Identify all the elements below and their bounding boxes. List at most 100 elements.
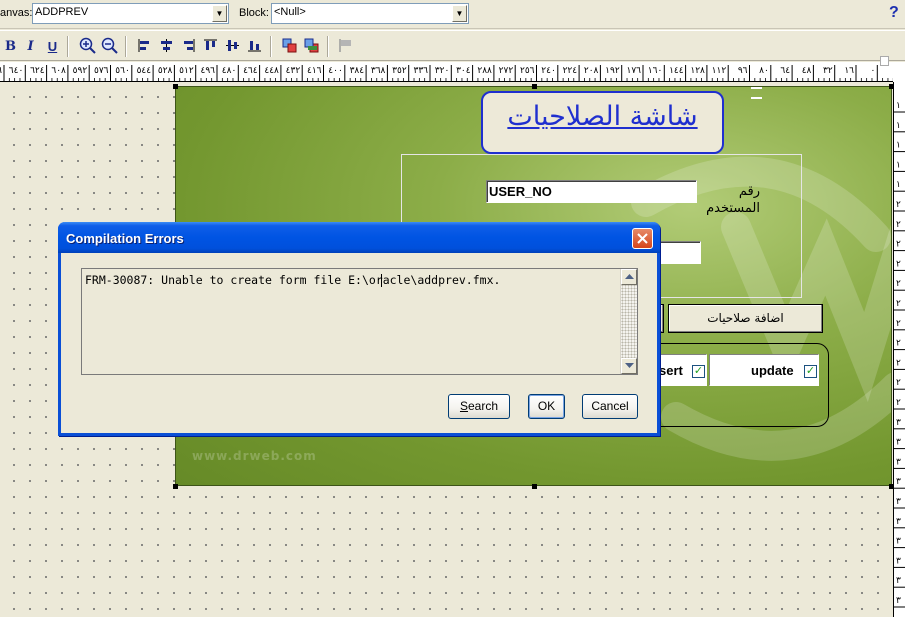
ruler-label: ١٤٤ <box>669 66 684 76</box>
ruler-label: ٣ <box>896 537 901 547</box>
dialog-titlebar[interactable]: Compilation Errors <box>58 222 660 253</box>
chevron-down-icon[interactable]: ▼ <box>452 5 467 22</box>
resize-handle[interactable] <box>173 84 178 89</box>
italic-button[interactable]: I <box>21 37 40 56</box>
ruler-label: ٤١٦ <box>307 66 322 76</box>
ruler-label: ٢ <box>896 339 901 349</box>
ruler-label: ٣ <box>896 477 901 487</box>
help-icon[interactable]: ? <box>889 4 899 22</box>
ruler-label: ١٦٠ <box>648 66 663 76</box>
ruler-label: ٤٨ <box>802 66 812 76</box>
ruler-label: ٣ <box>896 556 901 566</box>
bold-button[interactable]: B <box>1 37 20 56</box>
canvas-select[interactable]: ADDPREV ▼ <box>32 3 229 24</box>
ruler-label: ٣ <box>896 438 901 448</box>
toolbar-separator <box>270 36 272 57</box>
ruler-label: ٣٥٢ <box>392 66 407 76</box>
ruler-label: ٣ <box>896 457 901 467</box>
search-button[interactable]: Search <box>448 394 510 419</box>
ruler-label: ٦٠٨ <box>51 66 66 76</box>
ruler-label: ٢٢٤ <box>563 66 578 76</box>
resize-handle[interactable] <box>889 484 894 489</box>
ruler-label: ١٩٢ <box>605 66 620 76</box>
ruler-label: ٢ <box>896 259 901 269</box>
ruler-label: ٢٧٢ <box>499 66 514 76</box>
ruler-label: ٥٦٠ <box>115 66 130 76</box>
align-center-icon[interactable] <box>157 37 176 56</box>
update-checkbox-label: update <box>751 363 794 378</box>
ruler-label: ٣ <box>896 497 901 507</box>
toolbar-separator <box>327 36 329 57</box>
update-checkbox[interactable]: ✓ <box>804 365 817 378</box>
ruler-label: ٤٤٨ <box>264 66 279 76</box>
update-checkbox-item[interactable]: update ✓ <box>709 354 819 386</box>
add-privileges-button[interactable]: اضافة صلاحيات <box>668 304 823 333</box>
ruler-label: ٩٦ <box>738 66 748 76</box>
canvas-block-bar: anvas: ADDPREV ▼ Block: <Null> ▼ ? <box>0 0 905 29</box>
cancel-button[interactable]: Cancel <box>582 394 638 419</box>
zoom-in-icon[interactable] <box>78 37 97 56</box>
ok-button[interactable]: OK <box>528 394 565 419</box>
ruler-label: ١٦ <box>844 66 854 76</box>
flag-icon[interactable] <box>336 37 355 56</box>
user-no-prompt-line2: المستخدم <box>706 201 760 216</box>
dialog-title: Compilation Errors <box>66 231 184 246</box>
vertical-scrollbar[interactable] <box>620 269 637 374</box>
ruler-label: ٣ <box>896 576 901 586</box>
ruler-label: ١٢٨ <box>690 66 705 76</box>
close-button[interactable] <box>632 228 653 249</box>
scroll-down-button[interactable] <box>621 358 637 374</box>
compilation-errors-dialog: Compilation Errors FRM-30087: Unable to … <box>58 222 660 436</box>
resize-handle[interactable] <box>173 484 178 489</box>
ruler-label: ٥١٢ <box>179 66 194 76</box>
block-select-value: <Null> <box>274 6 306 18</box>
send-to-back-icon[interactable] <box>302 37 321 56</box>
underline-button[interactable]: U <box>43 37 62 56</box>
user-no-field[interactable]: USER_NO <box>486 180 697 203</box>
align-middle-icon[interactable] <box>223 37 242 56</box>
ruler-label: ٢٤٠ <box>541 66 556 76</box>
chevron-down-icon[interactable]: ▼ <box>212 5 227 22</box>
ruler-label: ٦٢٤ <box>30 66 45 76</box>
ruler-label: ٥٢٨ <box>158 66 173 76</box>
ruler-label: ٢ <box>896 378 901 388</box>
horizontal-ruler: ٦٥٦٦٤٠٦٢٤٦٠٨٥٩٢٥٧٦٥٦٠٥٤٤٥٢٨٥١٢٤٩٦٤٨٠٤٦٤٤… <box>0 62 893 82</box>
ruler-label: ٢٥٦ <box>520 66 535 76</box>
ruler-guide-marker <box>751 87 762 99</box>
align-bottom-icon[interactable] <box>245 37 264 56</box>
resize-handle[interactable] <box>532 484 537 489</box>
zoom-out-icon[interactable] <box>100 37 119 56</box>
ruler-label: ٦٤٠ <box>9 66 24 76</box>
ruler-label: ٢٨٨ <box>477 66 492 76</box>
user-no-prompt-line1: رقم <box>738 184 760 199</box>
insert-checkbox-label: sert <box>659 363 683 378</box>
bring-to-front-icon[interactable] <box>280 37 299 56</box>
ruler-label: ٢ <box>896 358 901 368</box>
ruler-label: ٣٦٨ <box>371 66 386 76</box>
ruler-label: ٢ <box>896 398 901 408</box>
error-message-text: FRM-30087: Unable to create form file E:… <box>85 273 501 287</box>
resize-handle[interactable] <box>889 84 894 89</box>
block-select[interactable]: <Null> ▼ <box>271 3 469 24</box>
ruler-label: ٢ <box>896 240 901 250</box>
ruler-label: ٢ <box>896 299 901 309</box>
toolbar-separator <box>67 36 69 57</box>
block-label: Block: <box>239 7 269 19</box>
resize-handle[interactable] <box>532 84 537 89</box>
align-top-icon[interactable] <box>201 37 220 56</box>
canvas-watermark-text: www.drweb.com <box>192 449 317 463</box>
ruler-label: ١٧٦ <box>626 66 641 76</box>
vertical-ruler: ١١١١١٢٢٢٢٢٢٢٢٢٢٢٣٣٣٣٣٣٣٣٣٣٣ <box>893 82 905 617</box>
form-title: شاشة الصلاحيات <box>507 101 698 132</box>
insert-checkbox[interactable]: ✓ <box>692 365 705 378</box>
ruler-label: ٣٣٦ <box>413 66 428 76</box>
scroll-up-button[interactable] <box>621 269 637 285</box>
align-right-icon[interactable] <box>179 37 198 56</box>
form-title-frame[interactable]: شاشة الصلاحيات <box>481 91 724 154</box>
align-left-icon[interactable] <box>135 37 154 56</box>
ruler-label: ٢ <box>896 279 901 289</box>
error-message-textarea[interactable]: FRM-30087: Unable to create form file E:… <box>81 268 638 375</box>
ruler-label: ٣ <box>896 418 901 428</box>
ruler-label: ٠ <box>870 66 875 76</box>
ruler-label: ٤٠٠ <box>328 66 343 76</box>
